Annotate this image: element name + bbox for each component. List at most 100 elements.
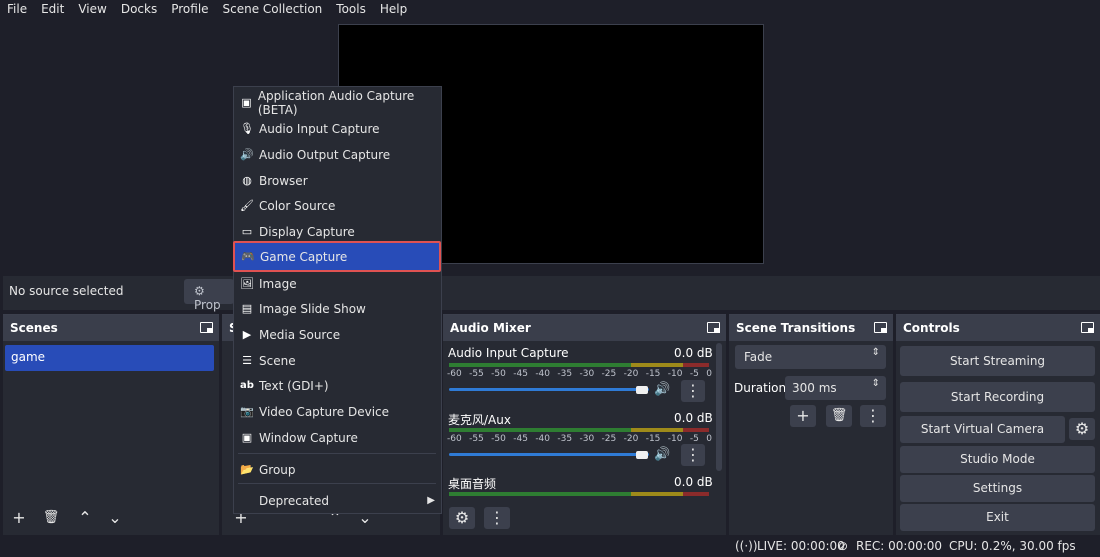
remove-transition-button[interactable]: 🗑: [826, 405, 852, 427]
menu-item-video-capture-device[interactable]: 📷 Video Capture Device: [234, 399, 441, 424]
duration-label: Duration: [734, 381, 787, 395]
menu-edit[interactable]: Edit: [34, 2, 71, 16]
menu-item-label: Media Source: [259, 327, 341, 342]
menu-item-label: Scene: [259, 353, 296, 368]
gear-icon: ⚙: [194, 284, 205, 298]
menu-item-label: Audio Output Capture: [259, 147, 391, 162]
scene-transitions-header: Scene Transitions: [729, 315, 893, 341]
exit-button[interactable]: Exit: [900, 504, 1095, 531]
no-source-label: No source selected: [9, 284, 124, 298]
properties-button[interactable]: ⚙ Prop: [184, 279, 234, 312]
speaker-icon[interactable]: 🔊: [654, 382, 670, 397]
volume-slider[interactable]: [449, 388, 649, 391]
volume-meter: [449, 428, 709, 432]
virtual-camera-settings-button[interactable]: ⚙: [1069, 418, 1095, 440]
move-scene-up-button[interactable]: ⌃: [72, 507, 98, 529]
channel-name: Audio Input Capture: [448, 346, 569, 360]
add-scene-button[interactable]: +: [6, 507, 32, 529]
volume-meter: [449, 363, 709, 367]
menu-item-deprecated[interactable]: Deprecated ▶: [234, 488, 441, 513]
menu-item-label: Application Audio Capture (BETA): [257, 88, 415, 117]
menu-item-label: Image Slide Show: [259, 301, 366, 316]
menu-profile[interactable]: Profile: [164, 2, 215, 16]
add-transition-button[interactable]: +: [790, 405, 816, 427]
menu-scene-collection[interactable]: Scene Collection: [216, 2, 330, 16]
menu-help[interactable]: Help: [373, 2, 414, 16]
menu-view[interactable]: View: [71, 2, 113, 16]
menu-item-group[interactable]: 📂 Group: [234, 457, 441, 482]
undock-icon[interactable]: [200, 322, 213, 333]
updown-icon: ⇕: [871, 378, 880, 389]
undock-icon[interactable]: [1081, 322, 1094, 333]
duration-input[interactable]: 300 ms ⇕: [785, 376, 886, 400]
trash-icon: 🗑: [830, 408, 848, 423]
menu-item-audio-input-capture[interactable]: 🎙 Audio Input Capture: [234, 116, 441, 141]
undock-icon[interactable]: [707, 322, 720, 333]
scenes-title: Scenes: [10, 321, 58, 335]
tick-label: -25: [601, 369, 617, 379]
menu-item-browser[interactable]: ◍ Browser: [234, 168, 441, 193]
live-icon: ((·)): [735, 539, 758, 553]
menu-item-media-source[interactable]: ▶ Media Source: [234, 322, 441, 347]
tick-label: -10: [667, 434, 683, 444]
menu-docks[interactable]: Docks: [114, 2, 164, 16]
tick-label: -5: [689, 369, 699, 379]
volume-slider-handle[interactable]: [636, 451, 648, 459]
menu-item-color-source[interactable]: 🖌 Color Source: [234, 193, 441, 218]
menu-item-window-capture[interactable]: ▣ Window Capture: [234, 425, 441, 450]
tick-label: -45: [513, 434, 528, 444]
volume-slider[interactable]: [449, 453, 649, 456]
channel-db: 0.0 dB: [674, 411, 713, 425]
tick-label: -15: [645, 434, 661, 444]
menu-item-label: Display Capture: [259, 224, 355, 239]
app-audio-icon: ▣: [241, 96, 252, 109]
channel-menu-button[interactable]: ⋮: [681, 444, 705, 466]
monitor-icon: ▭: [241, 225, 253, 238]
menu-item-text-gdi[interactable]: ab Text (GDI+): [234, 373, 441, 398]
updown-icon: ⇕: [871, 347, 880, 358]
menu-item-audio-output-capture[interactable]: 🔊 Audio Output Capture: [234, 142, 441, 167]
speaker-icon[interactable]: 🔊: [654, 447, 670, 462]
menu-item-image[interactable]: 🖼 Image: [234, 271, 441, 296]
scene-item-label: game: [11, 350, 46, 364]
settings-button[interactable]: Settings: [900, 475, 1095, 502]
move-scene-down-button[interactable]: ⌄: [102, 507, 128, 529]
start-streaming-button[interactable]: Start Streaming: [900, 346, 1095, 376]
mixer-menu-button[interactable]: ⋮: [484, 507, 510, 529]
menu-file[interactable]: File: [0, 2, 34, 16]
volume-slider-handle[interactable]: [636, 386, 648, 394]
menu-item-scene[interactable]: ☰ Scene: [234, 348, 441, 373]
menu-bar: File Edit View Docks Profile Scene Colle…: [0, 0, 1100, 18]
menu-item-game-capture[interactable]: 🎮 Game Capture: [233, 241, 441, 272]
cpu-status: CPU: 0.2%, 30.00 fps: [949, 539, 1076, 553]
studio-mode-button[interactable]: Studio Mode: [900, 446, 1095, 473]
menu-item-label: Text (GDI+): [259, 378, 329, 393]
menu-item-image-slide-show[interactable]: ▤ Image Slide Show: [234, 296, 441, 321]
channel-name: 桌面音频: [448, 477, 497, 491]
chevron-up-icon: ⌃: [78, 508, 92, 527]
chevron-down-icon: ⌄: [108, 508, 122, 527]
meter-ticks: -60 -55 -50 -45 -40 -35 -30 -25 -20 -15 -10 -5 0: [447, 434, 712, 444]
tick-label: 0: [706, 434, 712, 444]
transition-type-select[interactable]: Fade ⇕: [735, 345, 886, 369]
channel-menu-button[interactable]: ⋮: [681, 380, 705, 402]
menu-tools[interactable]: Tools: [329, 2, 373, 16]
mixer-settings-button[interactable]: ⚙: [449, 507, 475, 529]
start-recording-button[interactable]: Start Recording: [900, 382, 1095, 412]
controls-title: Controls: [903, 321, 960, 335]
gamepad-icon: 🎮: [241, 250, 255, 263]
undock-icon[interactable]: [874, 322, 887, 333]
mixer-scrollbar[interactable]: [716, 343, 722, 471]
gear-icon: ⚙: [454, 508, 470, 527]
menu-item-label: Deprecated: [259, 493, 329, 508]
tick-label: -35: [557, 434, 573, 444]
speaker-icon: 🔊: [240, 148, 254, 161]
status-bar: ((·)) LIVE: 00:00:00 ⊘ REC: 00:00:00 CPU…: [0, 535, 1100, 557]
scene-item-game[interactable]: game: [5, 345, 214, 371]
menu-item-application-audio-capture[interactable]: ▣ Application Audio Capture (BETA): [234, 88, 441, 117]
rec-icon: ⊘: [838, 539, 849, 553]
start-virtual-camera-button[interactable]: Start Virtual Camera: [900, 416, 1065, 443]
transition-menu-button[interactable]: ⋮: [860, 405, 886, 427]
remove-scene-button[interactable]: 🗑: [38, 507, 64, 529]
